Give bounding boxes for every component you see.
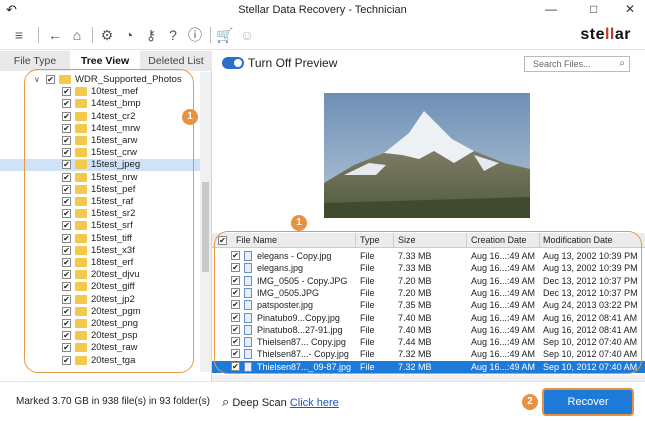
user-icon[interactable]: ☺ [238,26,256,44]
deep-scan-link[interactable]: Click here [290,397,339,409]
recover-button[interactable]: Recover [544,390,632,414]
search-icon[interactable]: ⌕ [619,57,625,71]
tree-scrollbar[interactable] [200,72,211,372]
settings-icon[interactable]: ⚙ [98,26,116,44]
callout-oval-tree [24,69,194,373]
minimize-icon[interactable]: — [545,2,557,16]
tab-file-type[interactable]: File Type [0,51,70,71]
stellar-logo: stellar [580,26,631,43]
preview-toggle-label: Turn Off Preview [248,56,338,70]
menu-icon[interactable]: ≡ [10,26,28,44]
back-arrow-icon[interactable]: ← [46,26,64,44]
deep-scan: ⌕ Deep Scan Click here [222,394,339,410]
tab-tree-view[interactable]: Tree View [70,51,140,71]
file-table: ✔ File Name Type Size Creation Date Modi… [212,215,645,381]
search-input[interactable]: Search Files... ⌕ [524,56,630,72]
magnifier-icon: ⌕ [222,394,230,409]
callout-badge-recover: 2 [522,394,538,410]
key-icon[interactable]: ⚷ [142,26,160,44]
status-bar: Marked 3.70 GB in 938 file(s) in 93 fold… [0,381,645,421]
tree-scrollbar-thumb[interactable] [202,182,209,272]
photo-preview [324,93,530,218]
preview-bar: Turn Off Preview Search Files... ⌕ [218,54,638,74]
scan-file-icon[interactable]: ◔ [120,26,138,44]
deep-scan-label: Deep Scan [232,397,287,409]
preview-toggle[interactable] [222,57,244,69]
callout-badge-tree: 1 [182,109,198,125]
callout-oval-table [214,231,642,374]
tab-deleted-list[interactable]: Deleted List [140,51,212,71]
home-icon[interactable]: ⌂ [68,26,86,44]
help-icon[interactable]: ? [164,26,182,44]
marked-summary: Marked 3.70 GB in 938 file(s) in 93 fold… [16,396,210,407]
view-tabs: File Type Tree View Deleted List [0,51,212,71]
cart-icon[interactable]: 🛒 [216,26,234,44]
toolbar: ≡ ← ⌂ ⚙ ◔ ⚷ ? ⓘ 🛒 ☺ stellar [0,20,645,50]
title-bar: ↶ Stellar Data Recovery - Technician — □… [0,0,645,20]
left-panel: File Type Tree View Deleted List ∨ ✔ WDR_S… [0,51,212,381]
info-icon[interactable]: ⓘ [186,26,204,44]
callout-badge-table: 1 [291,215,307,231]
close-icon[interactable]: ✕ [625,2,635,16]
maximize-icon[interactable]: □ [590,2,597,16]
